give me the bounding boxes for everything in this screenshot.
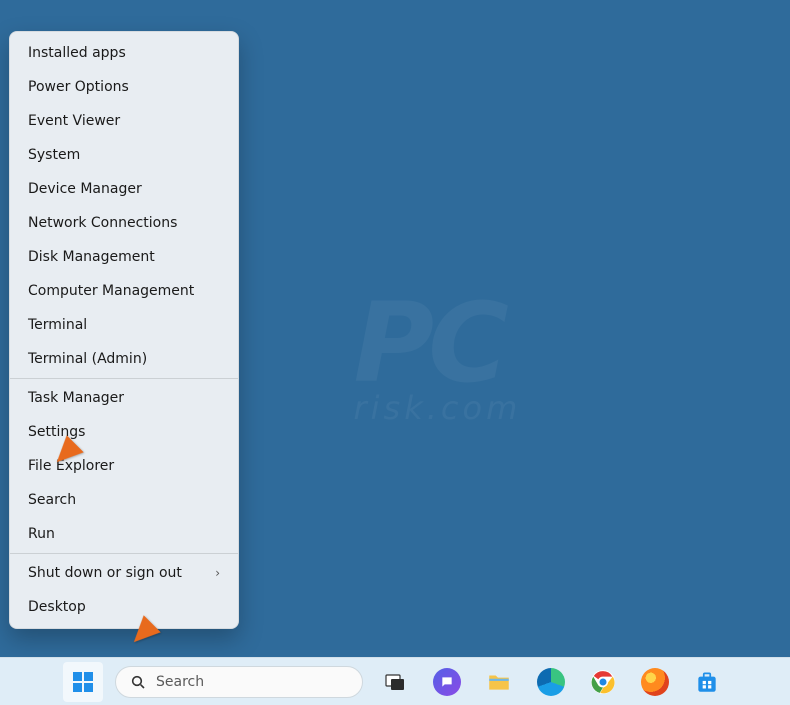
search-placeholder: Search	[156, 674, 348, 690]
chevron-right-icon: ›	[215, 566, 220, 580]
winx-item-disk-management[interactable]: Disk Management	[10, 240, 238, 274]
menu-item-label: Power Options	[28, 79, 129, 95]
winx-item-terminal-admin[interactable]: Terminal (Admin)	[10, 342, 238, 376]
menu-item-label: Terminal (Admin)	[28, 351, 147, 367]
file-explorer-button[interactable]	[479, 662, 519, 702]
menu-item-label: Terminal	[28, 317, 87, 333]
winx-item-network-connections[interactable]: Network Connections	[10, 206, 238, 240]
winx-item-task-manager[interactable]: Task Manager	[10, 381, 238, 415]
store-button[interactable]	[687, 662, 727, 702]
menu-item-label: Device Manager	[28, 181, 142, 197]
winx-item-terminal[interactable]: Terminal	[10, 308, 238, 342]
winx-item-shut-down-or-sign-out[interactable]: Shut down or sign out ›	[10, 556, 238, 590]
winx-item-run[interactable]: Run	[10, 517, 238, 551]
winx-item-event-viewer[interactable]: Event Viewer	[10, 104, 238, 138]
winx-item-settings[interactable]: Settings	[10, 415, 238, 449]
taskbar: Search	[0, 657, 790, 705]
firefox-button[interactable]	[635, 662, 675, 702]
winx-item-installed-apps[interactable]: Installed apps	[10, 36, 238, 70]
edge-icon	[537, 668, 565, 696]
menu-separator	[10, 553, 238, 554]
winx-context-menu[interactable]: Installed apps Power Options Event Viewer S…	[9, 31, 239, 629]
menu-item-label: Task Manager	[28, 390, 124, 406]
menu-item-label: Network Connections	[28, 215, 177, 231]
winx-item-device-manager[interactable]: Device Manager	[10, 172, 238, 206]
store-icon	[694, 669, 720, 695]
menu-item-label: Computer Management	[28, 283, 194, 299]
taskbar-search[interactable]: Search	[115, 666, 363, 698]
chat-icon	[433, 668, 461, 696]
menu-separator	[10, 378, 238, 379]
winx-item-desktop[interactable]: Desktop	[10, 590, 238, 624]
winx-item-computer-management[interactable]: Computer Management	[10, 274, 238, 308]
menu-item-label: Run	[28, 526, 55, 542]
chrome-button[interactable]	[583, 662, 623, 702]
winx-item-search[interactable]: Search	[10, 483, 238, 517]
chat-button[interactable]	[427, 662, 467, 702]
firefox-icon	[641, 668, 669, 696]
file-explorer-icon	[486, 669, 512, 695]
menu-item-label: Shut down or sign out	[28, 565, 182, 581]
taskview-button[interactable]	[375, 662, 415, 702]
menu-item-label: Installed apps	[28, 45, 126, 61]
menu-item-label: Search	[28, 492, 76, 508]
start-button[interactable]	[63, 662, 103, 702]
start-icon	[71, 670, 95, 694]
menu-item-label: Disk Management	[28, 249, 155, 265]
menu-item-label: Event Viewer	[28, 113, 120, 129]
menu-item-label: System	[28, 147, 80, 163]
watermark-main: PC	[354, 279, 503, 407]
watermark-sub: risk.com	[354, 389, 522, 427]
menu-item-label: Settings	[28, 424, 85, 440]
search-icon	[130, 674, 146, 690]
edge-button[interactable]	[531, 662, 571, 702]
menu-item-label: Desktop	[28, 599, 86, 615]
winx-item-file-explorer[interactable]: File Explorer	[10, 449, 238, 483]
watermark: PC risk.com	[354, 279, 532, 427]
winx-item-power-options[interactable]: Power Options	[10, 70, 238, 104]
winx-item-system[interactable]: System	[10, 138, 238, 172]
chrome-icon	[590, 669, 616, 695]
taskview-icon	[383, 670, 407, 694]
